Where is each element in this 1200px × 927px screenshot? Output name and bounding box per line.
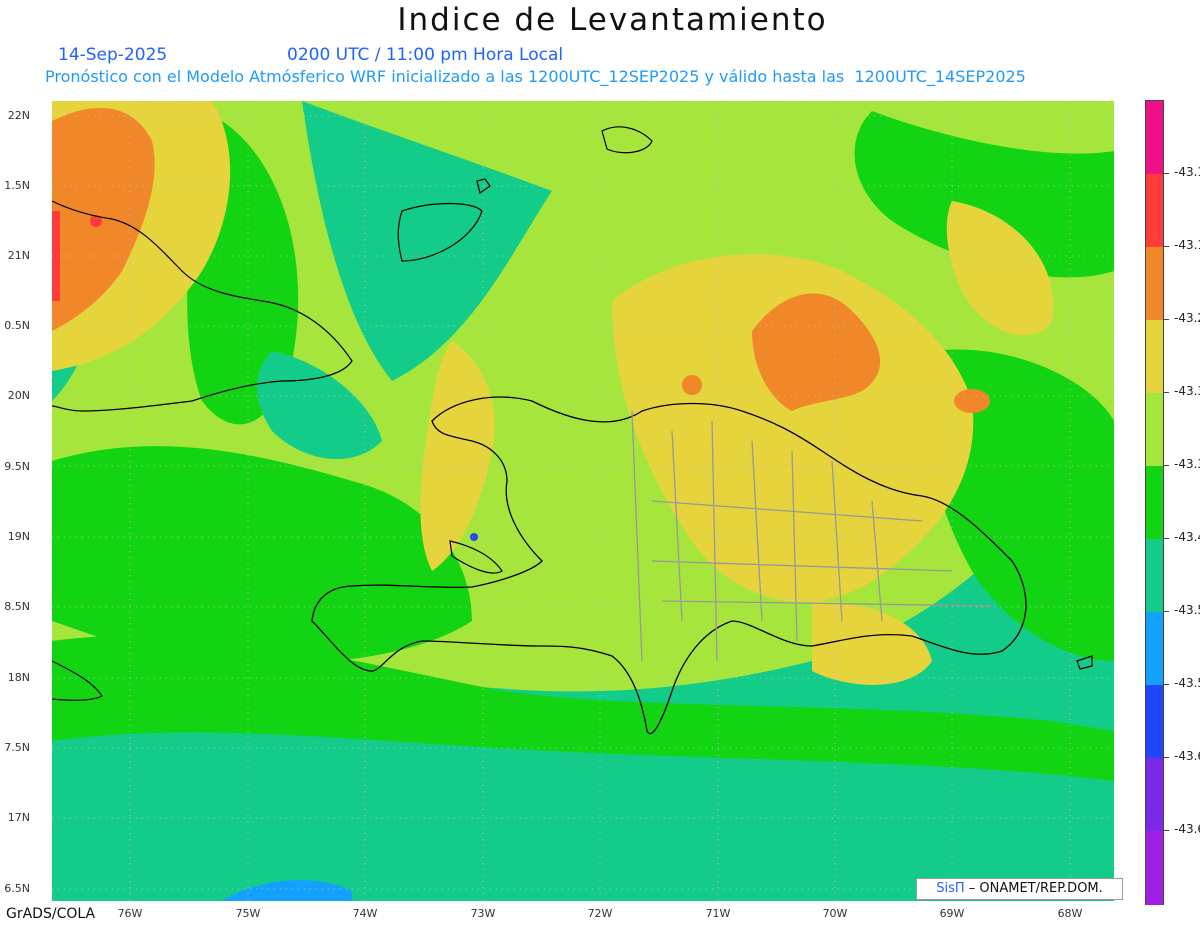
- lat-label: 1.5N: [4, 179, 30, 192]
- colorbar-tick: [1163, 757, 1169, 758]
- colorbar-label: -43.6: [1174, 822, 1200, 836]
- map-field-svg: [52, 101, 1114, 901]
- lat-label: 0.5N: [4, 319, 30, 332]
- lat-label: 21N: [7, 249, 30, 262]
- colorbar-tick: [1163, 465, 1169, 466]
- lat-label: 22N: [7, 109, 30, 122]
- colorbar-tick: [1163, 830, 1169, 831]
- colorbar-tick: [1163, 611, 1169, 612]
- sispi-logo-text: SisΠ: [936, 881, 965, 896]
- date-label: 14-Sep-2025: [58, 45, 168, 65]
- colorbar-label: -43.3: [1174, 384, 1200, 398]
- field-orange-spot-west: [682, 375, 702, 395]
- lat-label: 20N: [7, 389, 30, 402]
- colorbar-label: -43.5: [1174, 603, 1200, 617]
- colorbar-label: -43.1: [1174, 165, 1200, 179]
- lat-label: 8.5N: [4, 600, 30, 613]
- lon-label: 71W: [705, 907, 731, 920]
- colorbar-segment: [1146, 320, 1163, 394]
- colorbar-tick: [1163, 173, 1169, 174]
- colorbar-segment: [1146, 174, 1163, 248]
- colorbar-tick: [1163, 246, 1169, 247]
- colorbar: [1145, 100, 1164, 905]
- lat-label: 6.5N: [4, 882, 30, 895]
- colorbar-label: -43.3: [1174, 457, 1200, 471]
- colorbar-segment: [1146, 758, 1163, 832]
- colorbar-label: -43.6: [1174, 749, 1200, 763]
- lon-label: 73W: [470, 907, 496, 920]
- lifted-index-map: [52, 101, 1114, 901]
- colorbar-label: -43.2: [1174, 311, 1200, 325]
- lat-label: 19N: [7, 530, 30, 543]
- colorbar-segment: [1146, 101, 1163, 175]
- colorbar-tick: [1163, 392, 1169, 393]
- lon-label: 72W: [587, 907, 613, 920]
- colorbar-tick: [1163, 684, 1169, 685]
- colorbar-tick: [1163, 319, 1169, 320]
- time-label: 0200 UTC / 11:00 pm Hora Local: [287, 45, 564, 65]
- onamet-stamp: SisΠ – ONAMET/REP.DOM.: [916, 878, 1123, 900]
- colorbar-tick: [1163, 538, 1169, 539]
- grads-credit: GrADS/COLA: [6, 906, 96, 922]
- lon-label: 70W: [822, 907, 848, 920]
- colorbar-label: -43.1: [1174, 238, 1200, 252]
- colorbar-segment: [1146, 685, 1163, 759]
- field-blue-spot: [470, 533, 478, 541]
- colorbar-segment: [1146, 466, 1163, 540]
- lon-label: 69W: [939, 907, 965, 920]
- lon-label: 68W: [1057, 907, 1083, 920]
- field-orange-spot-east: [954, 389, 990, 413]
- colorbar-segment: [1146, 831, 1163, 905]
- colorbar-segment: [1146, 393, 1163, 467]
- lon-label: 74W: [352, 907, 378, 920]
- lat-label: 9.5N: [4, 460, 30, 473]
- colorbar-segment: [1146, 612, 1163, 686]
- onamet-text: – ONAMET/REP.DOM.: [964, 881, 1103, 896]
- lat-label: 17N: [7, 811, 30, 824]
- colorbar-segment: [1146, 247, 1163, 321]
- lat-label: 7.5N: [4, 741, 30, 754]
- lat-label: 18N: [7, 671, 30, 684]
- lon-label: 76W: [117, 907, 143, 920]
- colorbar-label: -43.5: [1174, 676, 1200, 690]
- map-title: Indice de Levantamiento: [397, 2, 828, 38]
- colorbar-label: -43.4: [1174, 530, 1200, 544]
- colorbar-segment: [1146, 539, 1163, 613]
- lon-label: 75W: [235, 907, 261, 920]
- forecast-description: Pronóstico con el Modelo Atmósferico WRF…: [45, 67, 1026, 86]
